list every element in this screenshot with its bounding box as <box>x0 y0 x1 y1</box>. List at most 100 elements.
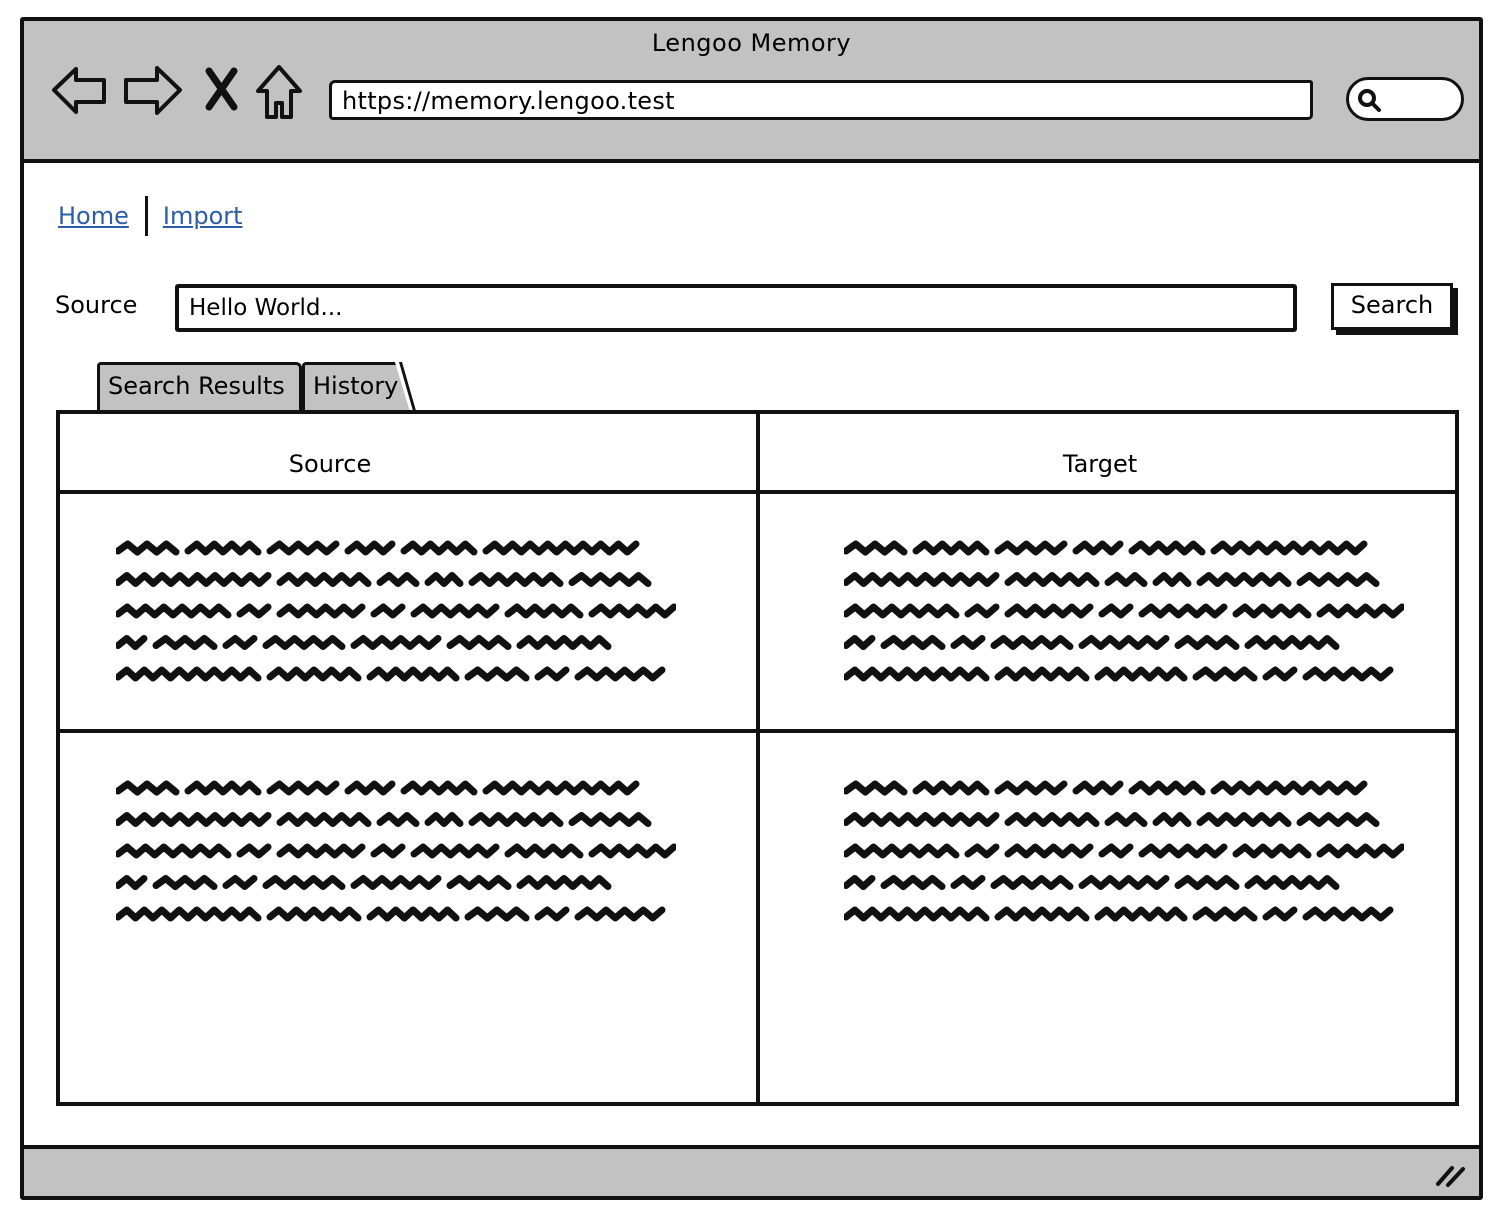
nav-link-home[interactable]: Home <box>58 202 129 230</box>
scribble-word <box>1094 666 1188 682</box>
close-icon[interactable] <box>204 67 240 111</box>
scribble-word <box>842 812 1000 827</box>
scribble-word <box>1302 666 1394 682</box>
scribble-word <box>994 666 1090 682</box>
scribble-word <box>1244 875 1340 890</box>
scribble-word <box>1004 843 1094 859</box>
scribble-word <box>1232 843 1312 859</box>
scribble-word <box>114 635 148 650</box>
scribble-word <box>880 875 946 890</box>
scribble-word <box>276 843 366 859</box>
scribble-word <box>410 603 500 619</box>
scribble-word <box>1104 812 1148 827</box>
scribble-word <box>222 635 258 650</box>
scribble-word <box>1152 812 1192 827</box>
scribble-word <box>1244 635 1340 650</box>
tab-search-results[interactable]: Search Results <box>97 362 302 412</box>
scribble-word <box>1210 540 1368 556</box>
scribble-word <box>990 635 1074 650</box>
scribble-word <box>1192 666 1258 682</box>
scribble-word <box>1128 540 1206 556</box>
scribble-word <box>468 572 564 587</box>
scribble-word <box>482 540 640 556</box>
scribble-word <box>184 540 262 556</box>
scribble-word <box>950 635 986 650</box>
table-cell-source[interactable] <box>114 536 678 700</box>
scribble-word <box>964 843 1000 859</box>
scribble-word <box>880 635 946 650</box>
scribble-word <box>114 666 262 682</box>
scribble-word <box>1128 780 1206 796</box>
scribble-word <box>350 635 442 650</box>
scribble-word <box>1072 780 1124 796</box>
scribble-word <box>964 603 1000 619</box>
forward-arrow-icon[interactable] <box>122 61 184 119</box>
header-divider <box>60 490 1455 494</box>
scribble-word <box>504 843 584 859</box>
scribble-word <box>400 540 478 556</box>
placeholder-text-scribble <box>114 540 678 682</box>
scribble-word <box>516 635 612 650</box>
scribble-word <box>114 812 272 827</box>
scribble-word <box>114 572 272 587</box>
source-input[interactable]: Hello World... <box>175 284 1297 332</box>
scribble-word <box>1004 572 1100 587</box>
scribble-word <box>842 666 990 682</box>
window-title: Lengoo Memory <box>651 29 852 57</box>
table-cell-target[interactable] <box>842 776 1406 940</box>
scribble-word <box>222 875 258 890</box>
back-arrow-icon[interactable] <box>50 61 108 119</box>
scribble-word <box>1098 603 1134 619</box>
scribble-word <box>842 875 876 890</box>
search-icon <box>1358 89 1381 112</box>
scribble-word <box>1174 875 1240 890</box>
address-bar[interactable]: https://memory.lengoo.test <box>329 80 1313 120</box>
scribble-word <box>266 780 340 796</box>
scribble-word <box>990 875 1074 890</box>
scribble-word <box>482 780 640 796</box>
scribble-word <box>842 780 908 796</box>
browser-search-field[interactable] <box>1346 77 1464 121</box>
scribble-word <box>114 843 232 859</box>
scribble-word <box>376 812 420 827</box>
scribble-word <box>842 603 960 619</box>
scribble-word <box>1196 812 1292 827</box>
scribble-word <box>276 812 372 827</box>
home-icon[interactable] <box>254 63 304 121</box>
scribble-word <box>410 843 500 859</box>
scribble-word <box>446 875 512 890</box>
scribble-word <box>468 812 564 827</box>
scribble-word <box>1316 843 1406 859</box>
placeholder-text-scribble <box>114 780 678 922</box>
scribble-word <box>516 875 612 890</box>
scribble-word <box>574 666 666 682</box>
scribble-word <box>236 843 272 859</box>
scribble-word <box>1004 812 1100 827</box>
scribble-word <box>446 635 512 650</box>
scribble-word <box>1138 843 1228 859</box>
scribble-word <box>568 572 652 587</box>
scribble-word <box>842 635 876 650</box>
scribble-word <box>1098 843 1134 859</box>
resize-grip-icon[interactable] <box>1435 1162 1467 1188</box>
search-button[interactable]: Search <box>1331 283 1453 330</box>
scribble-word <box>994 780 1068 796</box>
scribble-word <box>1232 603 1312 619</box>
table-cell-target[interactable] <box>842 536 1406 700</box>
scribble-word <box>276 572 372 587</box>
scribble-word <box>504 603 584 619</box>
scribble-word <box>1196 572 1292 587</box>
placeholder-text-scribble <box>842 780 1406 922</box>
column-divider <box>756 414 760 1102</box>
source-label: Source <box>55 291 138 319</box>
nav-link-import[interactable]: Import <box>163 202 243 230</box>
tab-history[interactable]: History <box>302 362 410 412</box>
scribble-word <box>1296 812 1380 827</box>
scribble-word <box>534 666 570 682</box>
scribble-word <box>344 780 396 796</box>
table-cell-source[interactable] <box>114 776 678 940</box>
results-table: Source Target <box>56 410 1459 1106</box>
scribble-word <box>1262 906 1298 922</box>
scribble-word <box>994 540 1068 556</box>
scribble-word <box>1152 572 1192 587</box>
